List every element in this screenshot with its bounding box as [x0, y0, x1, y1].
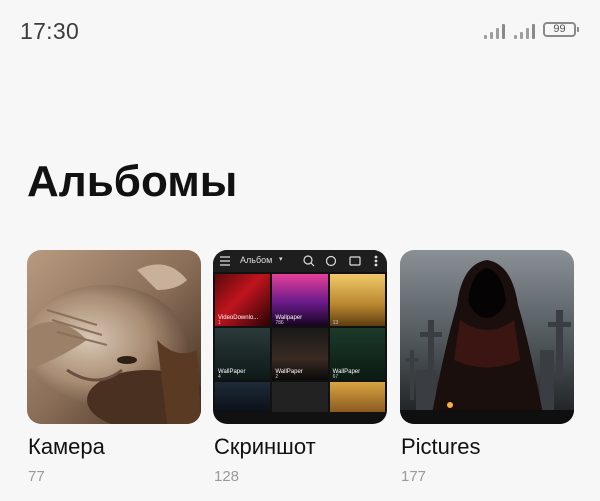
mini-cell: WallPaper 4	[215, 328, 271, 380]
chevron-down-icon: ▾	[279, 256, 283, 263]
battery-icon: 99	[543, 22, 579, 37]
album-camera[interactable]: Камера 77	[27, 250, 201, 485]
mini-cell: VideoDownlo... 1	[215, 274, 271, 326]
clock: 17:30	[20, 18, 80, 44]
album-name: Pictures	[401, 434, 481, 459]
album-pictures[interactable]: Pictures 177	[400, 250, 574, 485]
mini-cell: WallPaper 2	[272, 328, 328, 380]
status-bar: 17:30 99	[0, 0, 600, 62]
hooded-figure-image	[400, 250, 574, 424]
page-title: Альбомы	[27, 157, 238, 206]
album-name: Камера	[28, 434, 105, 459]
mini-cell	[329, 382, 385, 412]
mini-toolbar-title: Альбом	[240, 255, 273, 265]
mini-cell	[215, 382, 271, 412]
album-thumbnail[interactable]	[27, 250, 201, 424]
mini-toolbar: Альбом ▾	[213, 250, 387, 272]
album-count: 128	[214, 468, 240, 485]
album-count: 77	[28, 468, 45, 485]
mini-cell	[272, 382, 328, 412]
mini-cell: WallPaper 67	[329, 328, 385, 380]
album-thumbnail[interactable]: Альбом ▾ VideoDownlo... 1 Wallpaper 786 13…	[213, 250, 387, 424]
album-screenshots[interactable]: Альбом ▾ VideoDownlo... 1 Wallpaper 786 13…	[213, 250, 387, 485]
album-count: 177	[401, 468, 427, 485]
battery-level: 99	[553, 23, 566, 35]
cat-photo	[27, 250, 201, 424]
mini-cell: Wallpaper 786	[272, 274, 328, 326]
signal-strength-icon-2	[514, 21, 535, 39]
album-thumbnail[interactable]	[400, 250, 574, 424]
signal-strength-icon	[484, 21, 505, 39]
mini-gallery-grid: VideoDownlo... 1 Wallpaper 786 13 WallPape…	[215, 274, 385, 412]
album-name: Скриншот	[214, 434, 316, 459]
mini-cell: 13	[329, 274, 385, 326]
